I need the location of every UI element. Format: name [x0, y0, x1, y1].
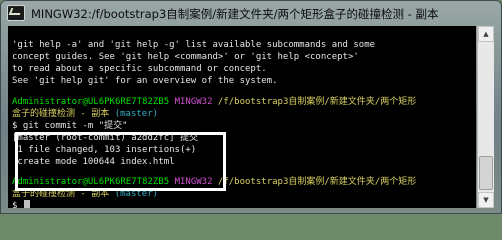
prompt-line: 盒子的碰撞检测 - 副本 (master) — [12, 188, 158, 200]
arrow-down-icon[interactable]: ▼ — [478, 192, 494, 208]
prompt-line: 盒子的碰撞检测 - 副本 (master) — [12, 108, 158, 120]
terminal-output[interactable]: 'git help -a' and 'git help -g' list ava… — [8, 26, 476, 208]
prompt-user: Administrator@UL6PK6RE7T82ZB5 — [12, 177, 170, 187]
scrollbar-thumb[interactable] — [479, 156, 493, 190]
prompt-path: /f/bootstrap3自制案例/新建文件夹/两个矩形 — [217, 177, 417, 187]
terminal-window: MINGW32:/f/bootstrap3自制案例/新建文件夹/两个矩形盒子的碰… — [0, 0, 502, 214]
prompt-branch: (master) — [114, 189, 159, 199]
prompt-env: MINGW32 — [174, 177, 213, 187]
prompt-line: Administrator@UL6PK6RE7T82ZB5 MINGW32 /f… — [12, 96, 416, 108]
output-line: [master (root-commit) a2dd2fc] 提交 — [12, 133, 198, 143]
help-line: 'git help -a' and 'git help -g' list ava… — [12, 40, 376, 50]
window-title: MINGW32:/f/bootstrap3自制案例/新建文件夹/两个矩形盒子的碰… — [31, 7, 439, 21]
prompt-env: MINGW32 — [174, 97, 213, 107]
prompt-path-continued: 盒子的碰撞检测 - 副本 — [12, 189, 110, 199]
prompt-branch: (master) — [114, 109, 159, 119]
prompt-line: Administrator@UL6PK6RE7T82ZB5 MINGW32 /f… — [12, 176, 416, 188]
help-line: See 'git help git' for an overview of th… — [12, 76, 278, 86]
output-line: 1 file changed, 103 insertions(+) — [12, 145, 197, 155]
prompt-path: /f/bootstrap3自制案例/新建文件夹/两个矩形 — [217, 97, 417, 107]
title-bar[interactable]: MINGW32:/f/bootstrap3自制案例/新建文件夹/两个矩形盒子的碰… — [1, 1, 501, 26]
command-line: $ git commit -m "提交" — [12, 121, 128, 131]
current-prompt: $ — [12, 201, 23, 208]
prompt-path-continued: 盒子的碰撞检测 - 副本 — [12, 109, 110, 119]
prompt-user: Administrator@UL6PK6RE7T82ZB5 — [12, 97, 170, 107]
help-line: concept guides. See 'git help <command>'… — [12, 52, 359, 62]
arrow-up-icon[interactable]: ▲ — [478, 26, 494, 42]
help-line: to read about a specific subcommand or c… — [12, 64, 267, 74]
text-cursor — [23, 200, 30, 208]
input-line[interactable]: $ — [12, 200, 30, 208]
git-bash-icon[interactable] — [7, 5, 25, 21]
vertical-scrollbar[interactable]: ▲ ▼ — [477, 26, 494, 208]
output-line: create mode 100644 index.html — [12, 157, 175, 167]
